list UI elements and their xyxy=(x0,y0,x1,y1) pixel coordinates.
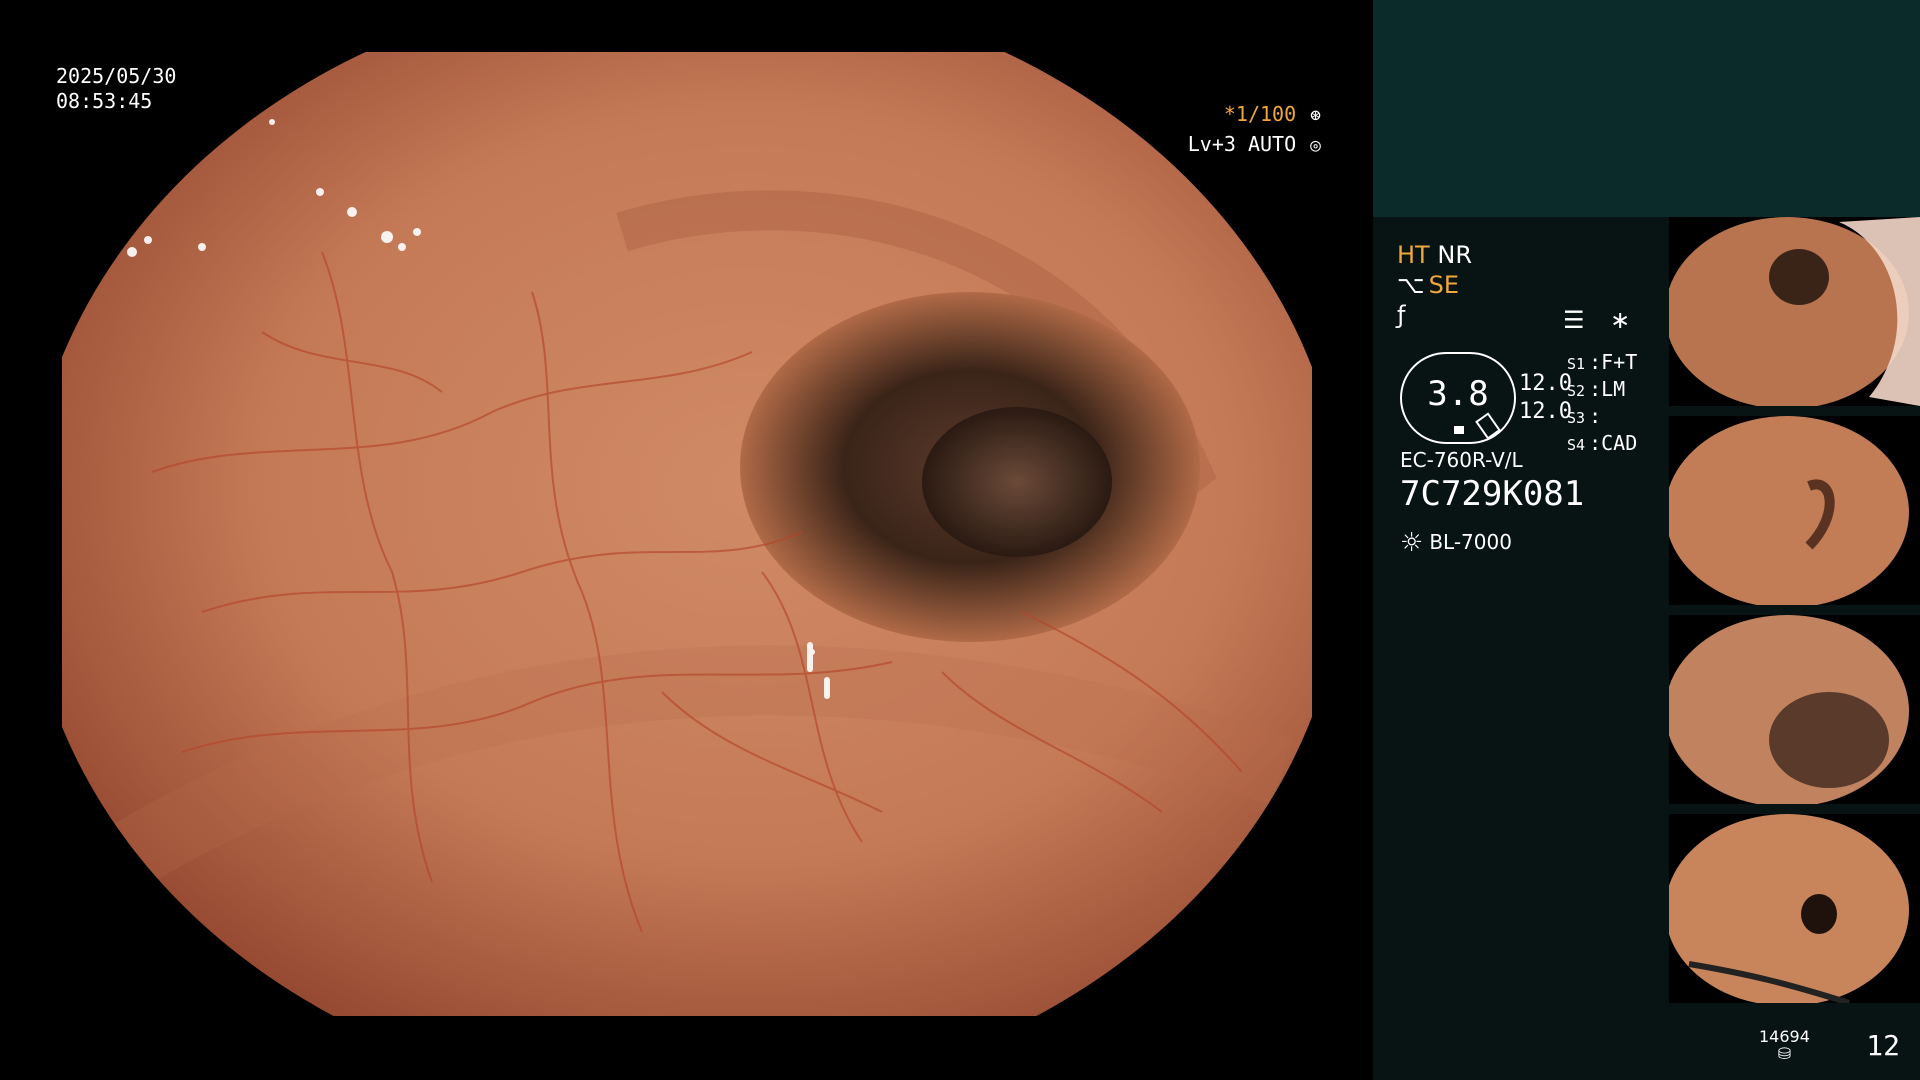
ht-label: HT xyxy=(1397,241,1430,269)
aperture-icon: ⊛ xyxy=(1310,105,1321,126)
exposure-overlay: *1/100 ⊛ Lv+3 AUTO ◎ xyxy=(1188,100,1321,160)
time-text: 08:53:45 xyxy=(56,89,153,113)
meter-readouts: 12.0 12.0 xyxy=(1519,370,1572,426)
scope-model: EC-760R-V/L xyxy=(1400,448,1523,472)
readout-1: 12.0 xyxy=(1519,371,1572,396)
shutter-speed: *1/100 xyxy=(1223,102,1297,126)
thumbnail-4[interactable] xyxy=(1669,814,1920,1003)
status-block: HT NR ⌥ SE ƒ xyxy=(1397,240,1697,330)
meter-needle-icon xyxy=(1475,412,1501,440)
scope-serial: 7C729K081 xyxy=(1400,474,1585,514)
light-source: ☼ BL-7000 xyxy=(1400,528,1512,558)
auto-exposure-icon: ◎ xyxy=(1310,135,1321,156)
endoscope-image xyxy=(62,52,1312,1016)
scope-info: EC-760R-V/L 7C729K081 xyxy=(1400,448,1584,516)
thumbnail-2[interactable] xyxy=(1669,416,1920,605)
info-panel: HT NR ⌥ SE ƒ ☰ ∗ 3.8 12.0 12.0 S1:F+T S2:… xyxy=(1373,0,1920,1080)
meter-value: 3.8 xyxy=(1427,374,1489,414)
s4-value: CAD xyxy=(1601,431,1638,455)
s2-value: LM xyxy=(1601,377,1626,401)
thumbnail-1[interactable] xyxy=(1669,217,1920,406)
nr-label: NR xyxy=(1437,241,1472,269)
asterisk-icon: ∗ xyxy=(1610,306,1631,334)
preset-list: S1:F+T S2:LM S3: S4:CAD xyxy=(1567,350,1638,455)
s1-label: S1 xyxy=(1567,355,1586,373)
sun-icon: ☼ xyxy=(1400,528,1424,558)
endoscope-area: 2025/05/30 08:53:45 *1/100 ⊛ Lv+3 AUTO ◎ xyxy=(0,0,1373,1080)
enhancement-icon: ⌥ xyxy=(1397,271,1425,299)
datetime-overlay: 2025/05/30 08:53:45 xyxy=(56,64,176,114)
zoom-meter: 3.8 xyxy=(1400,352,1516,444)
thumbnail-3[interactable] xyxy=(1669,615,1920,804)
s3-label: S3 xyxy=(1567,409,1586,427)
storage-indicator: 14694 ⛁ xyxy=(1759,1028,1810,1062)
image-count: 12 xyxy=(1866,1029,1900,1062)
readout-2: 12.0 xyxy=(1519,399,1572,424)
endoscopy-screen: 2025/05/30 08:53:45 *1/100 ⊛ Lv+3 AUTO ◎… xyxy=(0,0,1920,1080)
exposure-level: Lv+3 AUTO xyxy=(1187,132,1297,156)
panel-header-area xyxy=(1373,0,1920,217)
light-source-model: BL-7000 xyxy=(1429,530,1512,554)
disk-icon: ⛁ xyxy=(1777,1044,1792,1063)
preset-icons: ☰ ∗ xyxy=(1563,306,1630,334)
meter-indicator xyxy=(1454,426,1464,434)
date-text: 2025/05/30 xyxy=(56,64,177,88)
settings-icon: ☰ xyxy=(1563,306,1585,334)
endoscope-view xyxy=(62,52,1312,1016)
filter-icon: ƒ xyxy=(1397,301,1406,329)
se-label: SE xyxy=(1428,271,1460,299)
s2-label: S2 xyxy=(1567,382,1586,400)
s1-value: F+T xyxy=(1601,350,1638,374)
thumbnail-strip xyxy=(1669,217,1920,1013)
